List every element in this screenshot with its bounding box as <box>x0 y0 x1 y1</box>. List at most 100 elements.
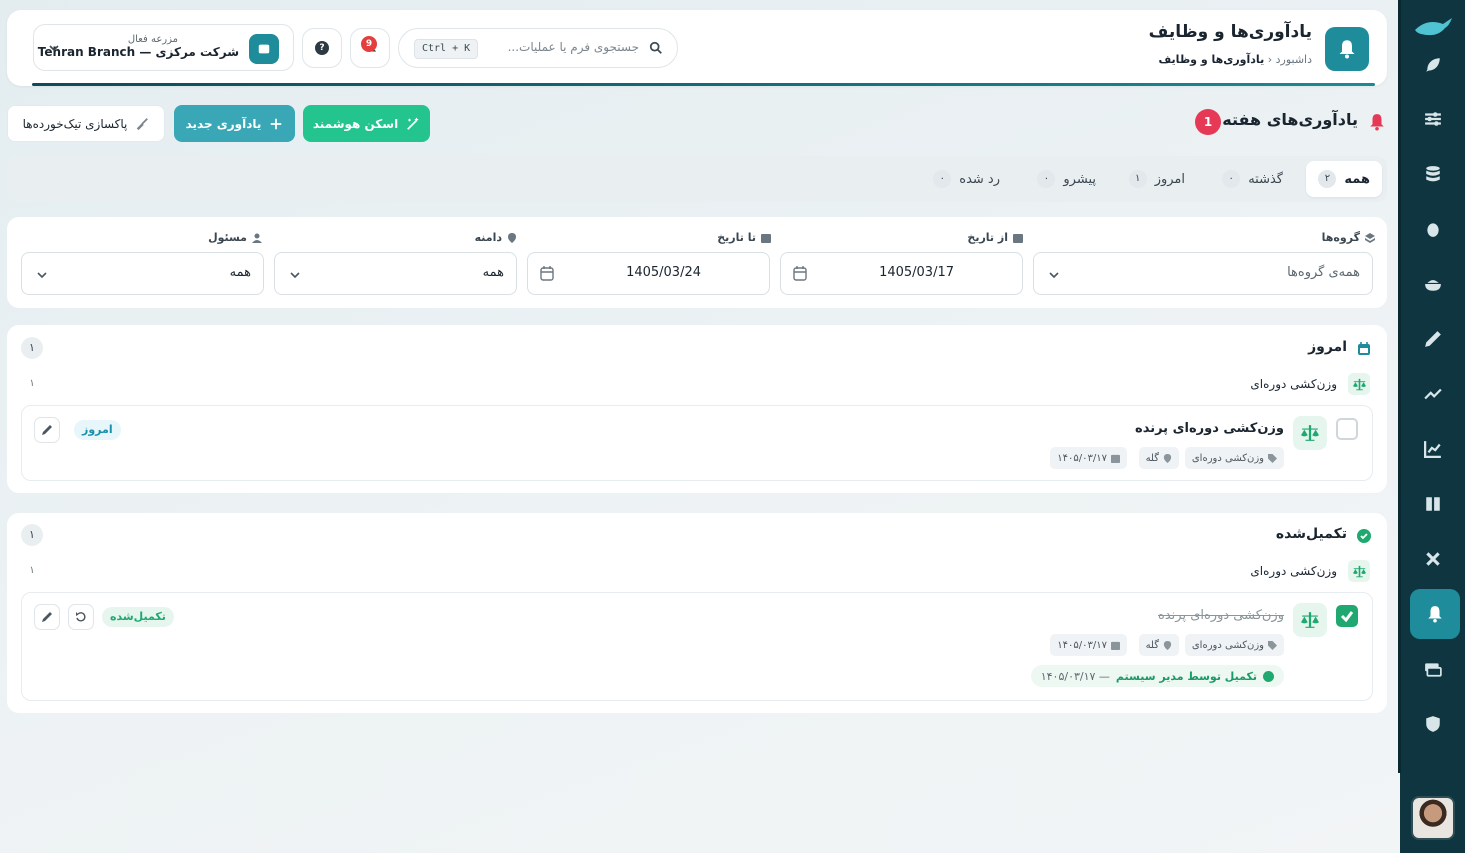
reminder-name: وزن‌کشی دوره‌ای پرنده <box>1135 421 1284 436</box>
header: یادآوری‌ها و وظایف داشبورد ‹ یادآوری‌ها … <box>7 10 1387 86</box>
sliders-icon[interactable] <box>1413 99 1453 139</box>
edit-button[interactable] <box>34 417 60 443</box>
group-count: ۱ <box>29 565 35 576</box>
date-chip: ۱۴۰۵/۰۳/۱۷ <box>1050 634 1127 656</box>
logo-icon[interactable] <box>1410 10 1455 46</box>
completion-info: تکمیل توسط مدیر سیستم — ۱۴۰۵/۰۳/۱۷ <box>1030 665 1284 687</box>
help-icon: ? <box>315 41 329 55</box>
user-icon <box>252 233 262 243</box>
notifications-button[interactable]: 9 <box>350 28 390 68</box>
feather-icon[interactable] <box>1413 45 1453 85</box>
farm-icon <box>249 34 279 64</box>
clear-checked-button[interactable]: پاکسازی تیک‌خورده‌ها <box>7 105 165 142</box>
section-today: امروز ۱ وزن‌کشی دوره‌ای ۱ وزن‌کشی دوره‌ا… <box>7 325 1387 493</box>
tab-today[interactable]: امروز ۱ <box>1117 161 1197 197</box>
tab-upcoming[interactable]: پیشرو ۰ <box>1025 161 1108 197</box>
help-button[interactable]: ? <box>302 28 342 68</box>
new-reminder-label: یادآوری جدید <box>185 116 262 131</box>
section-title: امروز <box>1308 339 1347 355</box>
complete-checkbox[interactable] <box>1336 605 1358 627</box>
to-date-label: تا تاریخ <box>717 231 771 244</box>
tools-icon[interactable] <box>1413 539 1453 579</box>
location-pin-icon <box>508 232 516 243</box>
search-icon <box>649 41 662 54</box>
calendar-icon <box>540 266 554 281</box>
avatar[interactable] <box>1411 796 1455 840</box>
clear-checked-label: پاکسازی تیک‌خورده‌ها <box>22 116 128 131</box>
farm-selector[interactable]: مزرعه فعال شرکت مرکزی — Tehran Branch <box>33 24 294 71</box>
sidebar <box>1400 0 1465 853</box>
undo-button[interactable] <box>68 604 94 630</box>
new-reminder-button[interactable]: یادآوری جدید <box>174 105 295 142</box>
sidebar-scrollbar[interactable] <box>1398 0 1401 773</box>
chart-icon[interactable] <box>1413 429 1453 469</box>
money-icon[interactable] <box>1413 649 1453 689</box>
tab-count: ۰ <box>933 170 952 188</box>
reminder-name: وزن‌کشی دوره‌ای پرنده <box>1158 608 1284 623</box>
completed-by: تکمیل توسط مدیر سیستم <box>1115 669 1257 683</box>
to-date-value: 1405/03/24 <box>626 265 701 280</box>
chevron-left-icon: ‹ <box>1264 53 1273 66</box>
pencil-icon <box>42 612 52 622</box>
date-text: ۱۴۰۵/۰۳/۱۷ <box>1057 452 1107 464</box>
tab-count: ۰ <box>1222 170 1241 188</box>
shield-icon[interactable] <box>1413 704 1453 744</box>
smart-scan-label: اسکن هوشمند <box>312 116 399 131</box>
bell-icon <box>1370 114 1384 131</box>
smart-scan-button[interactable]: اسکن هوشمند <box>303 105 430 142</box>
tab-label: پیشرو <box>1063 171 1096 187</box>
egg-icon[interactable] <box>1413 209 1453 249</box>
complete-checkbox[interactable] <box>1336 418 1358 440</box>
chevron-down-icon <box>37 272 47 279</box>
domain-select[interactable]: همه <box>274 252 517 295</box>
tab-count: ۰ <box>1037 170 1056 188</box>
from-date-input[interactable]: 1405/03/17 <box>780 252 1023 295</box>
tab-all[interactable]: همه ۲ <box>1306 161 1382 197</box>
breadcrumb-home[interactable]: داشبورد <box>1276 53 1312 66</box>
owner-select[interactable]: همه <box>21 252 264 295</box>
date-text: ۱۴۰۵/۰۳/۱۷ <box>1057 639 1107 651</box>
group-title: وزن‌کشی دوره‌ای <box>1250 564 1337 578</box>
tab-skipped[interactable]: رد شده ۰ <box>921 161 1012 197</box>
section-count: ۱ <box>21 524 43 546</box>
search-input[interactable]: جستجوی فرم یا عملیات... Ctrl + K <box>398 28 678 68</box>
undo-icon <box>76 612 86 622</box>
trend-icon[interactable] <box>1413 374 1453 414</box>
header-accent-bar <box>32 83 1375 86</box>
calendar-icon <box>1111 454 1120 463</box>
shortcut-hint: Ctrl + K <box>414 39 479 59</box>
tab-count: ۱ <box>1128 170 1147 188</box>
label-text: تا تاریخ <box>717 231 756 244</box>
check-circle-icon <box>1263 670 1274 682</box>
database-icon[interactable] <box>1413 154 1453 194</box>
location-text: گله <box>1145 452 1159 464</box>
section-count: ۱ <box>21 337 43 359</box>
group-title: وزن‌کشی دوره‌ای <box>1250 377 1337 391</box>
broom-icon <box>137 117 149 130</box>
edit-button[interactable] <box>34 604 60 630</box>
owner-filter-label: مسئول <box>208 231 262 244</box>
pen-icon[interactable] <box>1413 319 1453 359</box>
plus-icon <box>271 118 282 129</box>
tab-count: ۲ <box>1318 170 1337 188</box>
bowl-icon[interactable] <box>1413 264 1453 304</box>
groups-select[interactable]: همه‌ی گروه‌ها <box>1033 252 1373 295</box>
farm-label: مزرعه فعال <box>127 34 178 45</box>
tab-label: امروز <box>1154 171 1185 187</box>
filter-tabs: همه ۲ گذشته ۰ امروز ۱ پیشرو ۰ رد شده ۰ <box>7 156 1387 202</box>
completed-at: — ۱۴۰۵/۰۳/۱۷ <box>1040 669 1110 683</box>
bell-icon[interactable] <box>1410 589 1460 639</box>
category-chip: وزن‌کشی دوره‌ای <box>1184 447 1284 469</box>
location-pin-icon <box>1163 453 1172 463</box>
book-icon[interactable] <box>1413 484 1453 524</box>
scale-icon <box>1348 560 1370 582</box>
scale-icon <box>1293 603 1327 637</box>
tab-past[interactable]: گذشته ۰ <box>1210 161 1295 197</box>
chevron-down-icon <box>49 45 59 52</box>
group-count: ۱ <box>29 378 35 389</box>
section-title: تکمیل‌شده <box>1275 526 1347 542</box>
reminder-item[interactable]: وزن‌کشی دوره‌ای پرنده وزن‌کشی دوره‌ای گل… <box>21 405 1373 481</box>
reminder-item[interactable]: وزن‌کشی دوره‌ای پرنده وزن‌کشی دوره‌ای گل… <box>21 592 1373 701</box>
to-date-input[interactable]: 1405/03/24 <box>527 252 770 295</box>
tab-label: رد شده <box>959 171 1000 187</box>
